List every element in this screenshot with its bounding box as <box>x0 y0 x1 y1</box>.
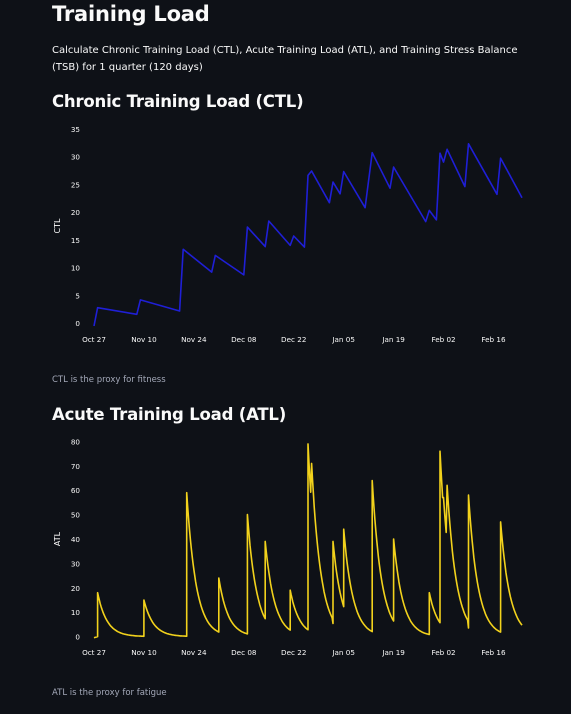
ctl-x-tick-label: Feb 16 <box>481 335 506 344</box>
atl-x-tick-label: Feb 02 <box>431 648 455 657</box>
ctl-y-tick-label: 0 <box>75 319 80 328</box>
ctl-chart-svg: 0 5 10 15 20 25 30 35 CTL Oct 27 Nov 10 Nov 24 Dec 0… <box>53 125 523 344</box>
atl-y-tick-label: 70 <box>71 462 81 471</box>
ctl-x-tick-label: Jan 19 <box>381 335 405 344</box>
ctl-y-tick-label: 35 <box>71 125 80 134</box>
ctl-y-tick-label: 25 <box>71 180 80 189</box>
ctl-x-tick-label: Jan 05 <box>331 335 355 344</box>
atl-y-tick-label: 50 <box>71 511 81 520</box>
atl-y-tick-label: 40 <box>71 535 81 544</box>
atl-y-axis-title: ATL <box>53 531 62 546</box>
atl-x-tick-label: Nov 10 <box>131 648 157 657</box>
ctl-x-tick-label: Nov 24 <box>181 335 207 344</box>
atl-x-tick-label: Dec 22 <box>281 648 306 657</box>
ctl-y-axis-title: CTL <box>53 218 62 233</box>
ctl-x-tick-label: Dec 08 <box>231 335 257 344</box>
atl-x-tick-label: Nov 24 <box>181 648 207 657</box>
atl-y-tick-label: 60 <box>71 486 81 495</box>
ctl-chart: 0 5 10 15 20 25 30 35 CTL Oct 27 Nov 10 Nov 24 Dec 0… <box>44 118 534 350</box>
ctl-y-tick-label: 15 <box>71 236 80 245</box>
atl-x-tick-label: Dec 08 <box>231 648 257 657</box>
page-description: Calculate Chronic Training Load (CTL), A… <box>52 45 518 73</box>
ctl-x-tick-label: Feb 02 <box>431 335 455 344</box>
ctl-x-tick-label: Dec 22 <box>281 335 306 344</box>
atl-x-tick-label: Jan 05 <box>331 648 355 657</box>
atl-x-tick-label: Oct 27 <box>82 648 106 657</box>
atl-y-tick-label: 30 <box>71 559 81 568</box>
atl-chart: 0 10 20 30 40 50 60 70 80 ATL Oct 27 Nov 10 Nov 24 De… <box>44 431 534 663</box>
ctl-x-tick-label: Oct 27 <box>82 335 106 344</box>
ctl-x-tick-label: Nov 10 <box>131 335 157 344</box>
ctl-y-tick-label: 30 <box>71 153 81 162</box>
atl-x-tick-label: Jan 19 <box>381 648 405 657</box>
atl-y-tick-label: 10 <box>71 608 81 617</box>
ctl-series-line <box>93 143 523 327</box>
atl-heading: Acute Training Load (ATL) <box>52 405 287 424</box>
atl-caption: ATL is the proxy for fatigue <box>52 688 167 698</box>
ctl-y-tick-label: 20 <box>71 208 81 217</box>
atl-y-tick-label: 20 <box>71 584 81 593</box>
ctl-y-tick-label: 10 <box>71 264 81 273</box>
ctl-y-tick-label: 5 <box>75 291 80 300</box>
atl-x-tick-label: Feb 16 <box>481 648 506 657</box>
ctl-caption: CTL is the proxy for fitness <box>52 375 166 385</box>
ctl-heading: Chronic Training Load (CTL) <box>52 92 304 111</box>
page-title: Training Load <box>52 2 210 26</box>
atl-chart-svg: 0 10 20 30 40 50 60 70 80 ATL Oct 27 Nov 10 Nov 24 De… <box>53 437 523 657</box>
atl-y-tick-label: 0 <box>75 633 80 642</box>
atl-y-tick-label: 80 <box>71 437 81 446</box>
atl-series-line <box>93 443 523 639</box>
